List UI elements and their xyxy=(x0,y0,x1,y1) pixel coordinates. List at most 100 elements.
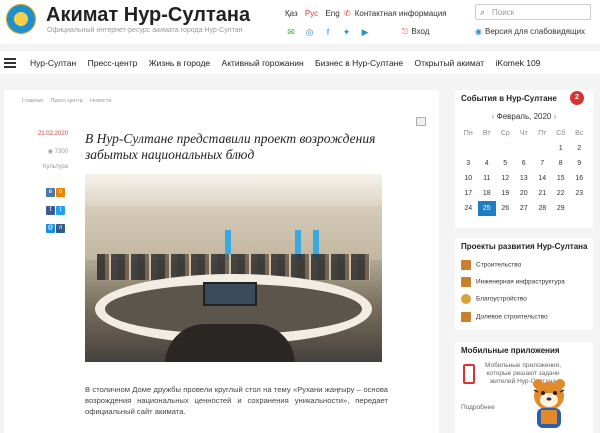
nav-item-open-akimat[interactable]: Открытый акимат xyxy=(414,58,484,68)
next-month-icon[interactable]: › xyxy=(551,112,557,121)
visually-impaired-link[interactable]: ◉ Версия для слабовидящих xyxy=(475,27,585,36)
calendar-day[interactable]: 2 xyxy=(570,141,589,156)
phone-icon: ✆ xyxy=(344,9,351,18)
article-title: В Нур-Султане представили проект возрожд… xyxy=(85,131,376,162)
emblem-logo[interactable] xyxy=(6,4,36,34)
views-icon: ◉ xyxy=(47,149,55,155)
social-links: ✉ ◎ f ✦ ▶ xyxy=(285,27,375,38)
calendar-empty xyxy=(570,201,589,216)
calendar-day[interactable]: 21 xyxy=(533,186,552,201)
tiger-mascot-icon[interactable] xyxy=(523,376,575,433)
nav-item-business[interactable]: Бизнес в Нур-Султане xyxy=(315,58,403,68)
calendar-day[interactable]: 22 xyxy=(552,186,571,201)
projects-widget: Проекты развития Нур-Султана Строительст… xyxy=(455,238,593,330)
calendar-day[interactable]: 1 xyxy=(552,141,571,156)
nav-item-active-citizen[interactable]: Активный горожанин xyxy=(222,58,304,68)
livejournal-icon[interactable]: л xyxy=(56,224,65,233)
breadcrumb-news[interactable]: Новости xyxy=(90,98,111,104)
calendar-empty xyxy=(459,141,478,156)
events-title: События в Нур-Султане xyxy=(461,94,557,103)
breadcrumb-press[interactable]: Пресс-центр xyxy=(50,98,82,104)
site-header: Акимат Нур-Султана Официальный интернет-… xyxy=(0,0,600,44)
project-label: Строительство xyxy=(476,261,522,269)
mobile-title: Мобильные приложения xyxy=(461,346,560,355)
nav-item-ikomek[interactable]: iKomek 109 xyxy=(496,58,541,68)
project-item-infrastructure[interactable]: Инженерная инфраструктура xyxy=(461,277,565,287)
brick-icon xyxy=(461,312,471,322)
site-title[interactable]: Акимат Нур-Султана xyxy=(46,4,250,27)
mail-icon[interactable]: ✉ xyxy=(285,27,297,38)
ok-icon[interactable]: о xyxy=(56,188,65,197)
facebook-icon[interactable]: f xyxy=(322,27,334,37)
facebook-icon[interactable]: f xyxy=(46,206,55,215)
project-item-construction[interactable]: Строительство xyxy=(461,260,521,270)
calendar-day[interactable]: 9 xyxy=(570,156,589,171)
nav-item-city-life[interactable]: Жизнь в городе xyxy=(149,58,210,68)
menu-icon[interactable] xyxy=(4,58,16,68)
more-link[interactable]: Подробнее xyxy=(461,404,495,411)
calendar-day[interactable]: 23 xyxy=(570,186,589,201)
calendar-day[interactable]: 26 xyxy=(496,201,515,216)
calendar-day[interactable]: 17 xyxy=(459,186,478,201)
calendar-day[interactable]: 12 xyxy=(496,171,515,186)
calendar-week-row: 10 11 12 13 14 15 16 xyxy=(459,171,589,186)
article-category[interactable]: Культура xyxy=(43,164,68,170)
login-link[interactable]: ⎋ Вход xyxy=(402,27,429,37)
calendar-day[interactable]: 11 xyxy=(478,171,497,186)
print-icon[interactable] xyxy=(416,117,426,126)
login-label: Вход xyxy=(411,27,430,36)
projects-title: Проекты развития Нур-Султана xyxy=(461,242,588,251)
calendar-day[interactable]: 24 xyxy=(459,201,478,216)
nav-item-nur-sultan[interactable]: Нур-Султан xyxy=(30,58,76,68)
calendar-day[interactable]: 19 xyxy=(496,186,515,201)
calendar-day[interactable]: 3 xyxy=(459,156,478,171)
calendar-day[interactable]: 20 xyxy=(515,186,534,201)
mailru-icon[interactable]: @ xyxy=(46,224,55,233)
calendar-day[interactable]: 8 xyxy=(552,156,571,171)
events-widget: События в Нур-Султане 2 ‹ Февраль, 2020 … xyxy=(455,90,593,228)
article-panel: Главная Пресс-центр Новости 21.02.2020 ◉… xyxy=(4,90,439,433)
calendar-day[interactable]: 29 xyxy=(552,201,571,216)
search-input[interactable]: ⌕ Поиск xyxy=(475,4,591,20)
youtube-icon[interactable]: ▶ xyxy=(359,27,371,38)
calendar-day[interactable]: 15 xyxy=(552,171,571,186)
instagram-icon[interactable]: ◎ xyxy=(304,27,316,38)
calendar-day[interactable]: 14 xyxy=(533,171,552,186)
calendar-day[interactable]: 18 xyxy=(478,186,497,201)
calendar-day[interactable]: 27 xyxy=(515,201,534,216)
calendar-day[interactable]: 28 xyxy=(533,201,552,216)
calendar-empty xyxy=(496,141,515,156)
calendar-week-row: 12 xyxy=(459,141,589,156)
calendar-day[interactable]: 5 xyxy=(496,156,515,171)
article-paragraph: В столичном Доме дружбы провели круглый … xyxy=(85,385,388,416)
share-buttons: во ft @ л xyxy=(46,180,66,234)
calendar-weekday: Вт xyxy=(482,130,491,137)
calendar-day[interactable]: 7 xyxy=(533,156,552,171)
breadcrumb-home[interactable]: Главная xyxy=(22,98,43,104)
calendar-day[interactable]: 6 xyxy=(515,156,534,171)
calendar-weekday: Вс xyxy=(575,130,584,137)
calendar-day[interactable]: 16 xyxy=(570,171,589,186)
lang-kaz[interactable]: Қаз xyxy=(285,9,298,18)
phone-app-icon xyxy=(463,364,475,384)
events-count-badge[interactable]: 2 xyxy=(570,91,584,105)
nav-items: Нур-Султан Пресс-центр Жизнь в городе Ак… xyxy=(30,58,549,68)
twitter-icon[interactable]: t xyxy=(56,206,65,215)
nav-item-press-center[interactable]: Пресс-центр xyxy=(88,58,138,68)
calendar-week-row: 24 25 26 27 28 29 xyxy=(459,201,589,216)
twitter-icon[interactable]: ✦ xyxy=(341,27,353,38)
vk-icon[interactable]: в xyxy=(46,188,55,197)
calendar-day[interactable]: 13 xyxy=(515,171,534,186)
eye-icon: ◉ xyxy=(475,27,482,36)
calendar-day[interactable]: 25 xyxy=(477,201,496,216)
calendar-day[interactable]: 4 xyxy=(478,156,497,171)
project-item-shared-construction[interactable]: Долевое строительство xyxy=(461,312,548,322)
contact-info-link[interactable]: ✆ Контактная информация xyxy=(344,9,447,18)
calendar-day[interactable]: 10 xyxy=(459,171,478,186)
project-label: Инженерная инфраструктура xyxy=(476,278,565,286)
lang-rus[interactable]: Рус xyxy=(305,9,318,18)
project-item-landscaping[interactable]: Благоустройство xyxy=(461,294,527,304)
calendar-month: Февраль, 2020 xyxy=(496,112,552,121)
lang-eng[interactable]: Eng xyxy=(325,9,339,18)
article-date: 21.02.2020 xyxy=(37,131,68,137)
